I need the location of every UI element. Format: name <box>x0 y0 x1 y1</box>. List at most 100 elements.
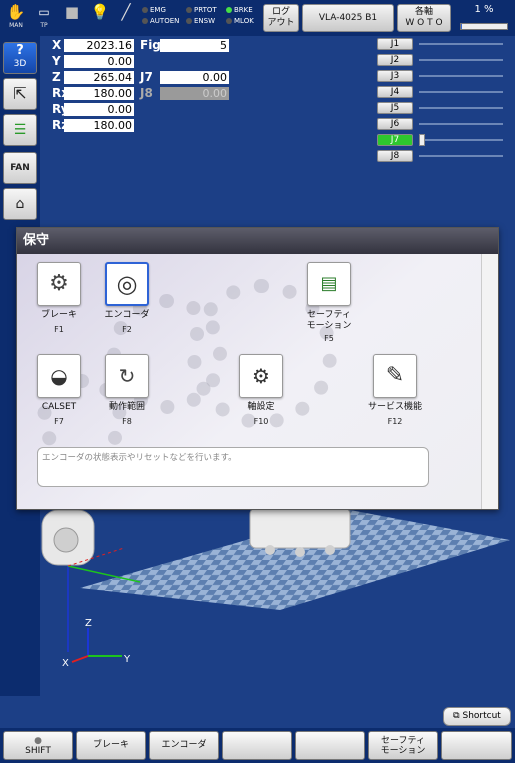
service-wrench-icon: ✎ <box>373 354 417 398</box>
fkey-6-button[interactable]: セーフティ モーション <box>368 731 438 760</box>
lamp-bulb-icon[interactable]: 💡 <box>88 2 112 34</box>
joint-button-j5[interactable]: J5 <box>377 102 413 114</box>
dialog-scrollbar[interactable] <box>481 254 498 509</box>
status-indicators-3: BRKE MLOK <box>226 5 254 27</box>
rx-value: 180.00 <box>64 87 134 100</box>
menu-item-service[interactable]: ✎ サービス機能 F12 <box>355 354 435 426</box>
description-text: エンコーダの状態表示やリセットなどを行います。 <box>42 453 237 463</box>
tool-pen-icon[interactable]: ╱ <box>114 2 138 34</box>
coord-row-z: Z 265.04 J7 0.00 <box>48 70 233 84</box>
robot-arm-left <box>41 509 95 566</box>
joint-track-j5[interactable] <box>419 107 503 109</box>
list-icon: ☰ <box>13 122 27 138</box>
shift-button[interactable]: ● SHIFT <box>3 731 73 760</box>
joint-row-j4: J4 <box>377 86 507 99</box>
joint-button-j6[interactable]: J6 <box>377 118 413 130</box>
ensw-status: ENSW <box>194 17 216 25</box>
stop-square-icon[interactable]: ■ <box>60 2 84 34</box>
coord-row-x: X 2023.16 Fig 5 <box>48 38 233 52</box>
joint-slider-knob-j7[interactable] <box>419 134 425 146</box>
y-label: Y <box>52 54 61 68</box>
shortcut-label: Shortcut <box>462 711 501 721</box>
x-value: 2023.16 <box>64 39 134 52</box>
joint-row-j1: J1 <box>377 38 507 51</box>
menu-item-axis-setting-label: 軸設定 <box>247 402 275 412</box>
speed-override[interactable]: 1 % <box>458 4 510 32</box>
joint-track-j3[interactable] <box>419 75 503 77</box>
home-icon: ⌂ <box>15 196 25 212</box>
logout-line-1: ログ <box>271 7 290 17</box>
fkey-6-label-line-1: セーフティ <box>381 736 425 746</box>
brake-icon: ⚙ <box>37 262 81 306</box>
world-x-label: X <box>62 658 69 669</box>
joint-button-j4[interactable]: J4 <box>377 86 413 98</box>
world-y-label: Y <box>123 654 131 665</box>
menu-item-axis-setting[interactable]: ⚙ 軸設定 F10 <box>221 354 301 426</box>
menu-item-motion-range[interactable]: ↻ 動作範囲 F8 <box>87 354 167 426</box>
protect-led-icon <box>186 7 192 13</box>
joint-button-j2[interactable]: J2 <box>377 54 413 66</box>
logout-line-2: アウト <box>267 18 295 28</box>
shortcut-button[interactable]: ⧉ Shortcut <box>443 707 511 726</box>
robot-model-button[interactable]: VLA-4025 B1 <box>302 4 394 32</box>
top-status-bar: ✋ MAN ▭ TP ■ 💡 ╱ EMG AUTOEN PRTOT ENSW B… <box>0 0 515 36</box>
joint-track-j8[interactable] <box>419 155 503 157</box>
brake-led-icon <box>226 7 232 13</box>
manual-mode-hand-icon[interactable]: ✋ MAN <box>4 2 28 34</box>
teach-pendant-icon[interactable]: ▭ TP <box>32 2 56 34</box>
joint-track-j7[interactable] <box>419 134 503 146</box>
home-button[interactable]: ⌂ <box>3 188 37 220</box>
joint-button-j8[interactable]: J8 <box>377 150 413 162</box>
question-icon: ? <box>16 43 24 58</box>
emg-led-icon <box>142 7 148 13</box>
tp-label: TP <box>40 22 48 29</box>
mode-label: MAN <box>9 22 23 29</box>
autoen-status: AUTOEN <box>150 17 180 25</box>
joint-track-j1[interactable] <box>419 43 503 45</box>
fan-label: FAN <box>10 163 30 173</box>
coord-row-ry: Ry 0.00 <box>48 102 233 116</box>
joint-button-j3[interactable]: J3 <box>377 70 413 82</box>
dialog-title: 保守 <box>23 233 50 248</box>
speed-bar-fill <box>461 24 462 29</box>
menu-item-safety-motion[interactable]: ▤ セーフティ モーション F5 <box>289 262 369 343</box>
fkey-5-button[interactable] <box>295 731 365 760</box>
joint-track-j6[interactable] <box>419 123 503 125</box>
joint-track-j4[interactable] <box>419 91 503 93</box>
shortcut-icon: ⧉ <box>453 711 460 721</box>
menu-item-safety-motion-label: セーフティ モーション <box>306 310 352 331</box>
logout-button[interactable]: ログ アウト <box>263 4 299 32</box>
status-indicators-2: PRTOT ENSW <box>186 5 217 27</box>
help-3d-button[interactable]: ? 3D <box>3 42 37 74</box>
fkey-7-button[interactable] <box>441 731 512 760</box>
j7-label: J7 <box>140 70 153 84</box>
brake-status: BRKE <box>234 6 253 14</box>
z-value: 265.04 <box>64 71 134 84</box>
fan-button[interactable]: FAN <box>3 152 37 184</box>
world-x-axis <box>71 655 89 663</box>
joint-track-j2[interactable] <box>419 59 503 61</box>
status-indicators-1: EMG AUTOEN <box>142 5 179 27</box>
speed-bar <box>460 23 508 30</box>
mlok-led-icon <box>226 18 232 24</box>
fkey-4-button[interactable] <box>222 731 292 760</box>
robot-3d-view[interactable]: Z Y X <box>40 500 515 696</box>
joint-row-j5: J5 <box>377 102 507 115</box>
menu-item-service-key: F12 <box>387 417 403 426</box>
fkey-2-button[interactable]: ブレーキ <box>76 731 146 760</box>
joint-button-j7[interactable]: J7 <box>377 134 413 146</box>
fkey-3-button[interactable]: エンコーダ <box>149 731 219 760</box>
menu-item-motion-range-key: F8 <box>122 417 132 426</box>
list-view-button[interactable]: ☰ <box>3 114 37 146</box>
jog-pointer-button[interactable]: ⇱ <box>3 78 37 110</box>
j8-value: 0.00 <box>160 87 229 100</box>
menu-item-encoder[interactable]: ◎ エンコーダ F2 <box>87 262 167 334</box>
robot-model-label: VLA-4025 B1 <box>318 13 378 23</box>
axis-mode-button[interactable]: 各軸 W O T O <box>397 4 451 32</box>
joint-row-j3: J3 <box>377 70 507 83</box>
joint-row-j6: J6 <box>377 118 507 131</box>
fig-label: Fig <box>140 38 161 52</box>
joint-button-j1[interactable]: J1 <box>377 38 413 50</box>
shift-label: SHIFT <box>25 746 51 756</box>
encoder-icon: ◎ <box>105 262 149 306</box>
